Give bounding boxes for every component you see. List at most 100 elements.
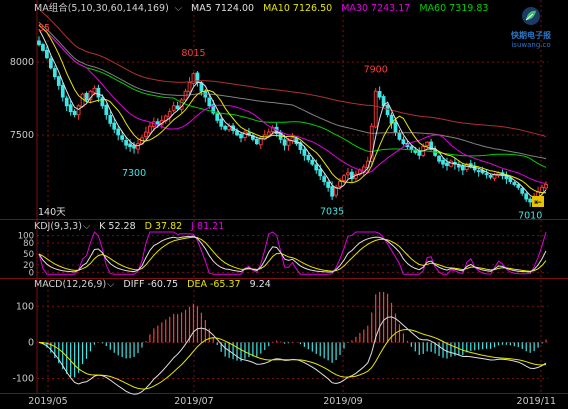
candle-body (326, 181, 331, 188)
candle-body (286, 140, 291, 146)
candle-body (322, 176, 327, 183)
candle-body (116, 128, 121, 136)
candle-body (45, 49, 49, 59)
x-tick-label: 2019/05 (28, 396, 67, 407)
price-annotation: 7900 (364, 65, 388, 76)
period-label: 140天 (38, 207, 66, 218)
candle-body (48, 58, 53, 69)
macd-dea-line (38, 328, 547, 390)
candle-body (409, 146, 414, 150)
chevron-down-icon[interactable]: ⌵ (107, 279, 114, 290)
x-tick-label: 2019/11 (517, 396, 556, 407)
candle-body (528, 198, 533, 203)
candle-body (104, 104, 109, 115)
macd-y-tick-label: -100 (12, 374, 34, 385)
kdj-legend: KDJ(9,3,3)⌵ K 52.28 D 37.82 J 81.21 (34, 221, 230, 233)
price-annotation: 7035 (320, 207, 344, 218)
candle-body (437, 155, 441, 162)
candle-body (37, 40, 41, 46)
candle-body (294, 137, 299, 145)
candle-body (243, 131, 247, 138)
candle-body (96, 87, 101, 98)
candle-body (108, 114, 113, 124)
candle-body (401, 139, 406, 145)
candle-body (144, 131, 148, 138)
candle-body (445, 162, 449, 166)
candle-body (207, 97, 212, 107)
kdj-y-tick-label: 50 (23, 250, 34, 260)
candle-body (235, 130, 239, 136)
candle-body (310, 159, 315, 165)
candle-body (124, 140, 129, 146)
candle-body (346, 172, 350, 176)
candle-body (282, 139, 287, 146)
price-annotation: 35 (38, 23, 50, 34)
macd-diff-value: DIFF -60.75 (123, 279, 179, 290)
candle-body (373, 90, 378, 128)
candle-body (488, 175, 493, 178)
candle-body (425, 141, 430, 147)
price-annotation: 7300 (122, 168, 146, 179)
candle-body (56, 76, 61, 86)
macd-dea-value: DEA -65.37 (187, 279, 241, 290)
candle-body (187, 82, 192, 93)
candle-body (318, 168, 323, 177)
candle-body (441, 159, 445, 165)
candle-body (167, 111, 172, 118)
main-legend: MA组合(5,10,30,60,144,169) ⌵ MA5 7124.00 MA… (34, 3, 494, 15)
kdj-d-value: D 37.82 (144, 221, 183, 232)
macd-histogram-group (42, 291, 547, 378)
macd-diff-line (38, 316, 547, 395)
candle-body (215, 113, 220, 121)
candle-body (52, 68, 57, 78)
kdj-k-value: K 52.28 (99, 221, 136, 232)
x-tick-label: 2019/07 (174, 396, 213, 407)
candle-body (76, 105, 81, 116)
candle-body (64, 97, 69, 107)
ma169-line (38, 8, 547, 137)
kdj-y-tick-label: 20 (23, 261, 34, 271)
candle-body (60, 84, 65, 98)
candle-body (306, 155, 311, 161)
candle-body (100, 97, 105, 107)
candle-body (92, 87, 97, 93)
macd-hist-value: 9.24 (249, 279, 271, 290)
candle-body (476, 170, 481, 173)
candle-body (148, 125, 152, 134)
candle-body (338, 181, 342, 187)
candle-body (393, 121, 398, 133)
chart-stage: 7500 8000 0 20 50 80 100 -100 0 100 2019/05 2019/07… (0, 0, 568, 409)
candle-body (227, 125, 231, 131)
ma30-value: MA30 7243.17 (341, 3, 411, 14)
y-tick-label: 7500 (10, 130, 34, 141)
leaf-icon (522, 7, 540, 25)
candle-body (175, 105, 180, 110)
chevron-down-icon[interactable]: ⌵ (83, 221, 90, 232)
ma10-line (38, 24, 546, 194)
chevron-down-icon[interactable]: ⌵ (175, 3, 182, 14)
candle-body (254, 138, 259, 145)
ma60-line (38, 24, 547, 168)
watermark-line2: isuwang.co (511, 41, 551, 49)
macd-y-tick-label: 100 (16, 301, 34, 312)
candle-body (223, 125, 228, 130)
macd-legend: MACD(12,26,9)⌵ DIFF -60.75 DEA -65.37 9.… (34, 279, 277, 291)
candle-body (72, 110, 77, 115)
candle-body (219, 118, 224, 127)
candle-body (80, 93, 85, 107)
candle-body (330, 186, 334, 197)
candle-body (191, 73, 196, 84)
ma-group-title: MA组合(5,10,30,60,144,169) (34, 3, 169, 14)
candle-body (120, 135, 125, 140)
candle-body (128, 143, 132, 148)
watermark-line1: 快期电子报 (511, 31, 551, 40)
ma5-line (38, 29, 547, 199)
candle-body (484, 173, 489, 176)
candle-body (417, 150, 422, 156)
x-tick-label: 2019/09 (323, 396, 362, 407)
candle-body (84, 92, 89, 101)
candle-body (361, 166, 366, 172)
candle-body (302, 149, 307, 156)
candle-body (520, 188, 525, 194)
y-tick-label: 8000 (10, 57, 34, 68)
